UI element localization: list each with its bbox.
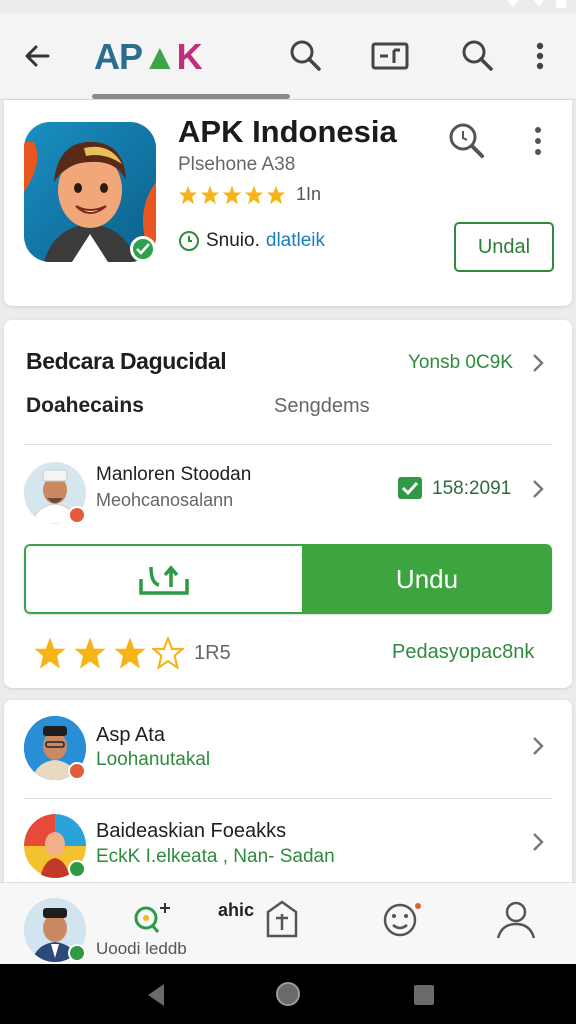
wifi-icon	[506, 0, 520, 7]
install-outline-button[interactable]: Undal	[454, 222, 554, 272]
search-icon[interactable]	[286, 36, 326, 76]
developer-link[interactable]: dlatleik	[266, 230, 325, 252]
status-icons	[504, 0, 566, 8]
more-vert-icon[interactable]	[530, 36, 550, 76]
status-badge	[68, 506, 86, 524]
signal-icon	[534, 0, 544, 7]
section-subtitle: Doahecains	[26, 394, 144, 417]
status-badge	[68, 762, 86, 780]
developer-prefix: Snuio.	[206, 230, 260, 251]
secondary-action-button[interactable]	[24, 544, 302, 614]
release-date: 158:2091	[432, 478, 512, 499]
chevron-right-icon[interactable]	[531, 352, 545, 374]
recents-nav-icon[interactable]	[412, 983, 436, 1007]
logo-part-ap: AP	[94, 36, 143, 77]
account-icon[interactable]	[494, 898, 538, 942]
search-icon[interactable]	[458, 36, 498, 76]
section-subtitle-secondary: Sengdems	[274, 395, 370, 417]
developer-row[interactable]: Snuio. dlatleik	[178, 230, 325, 252]
release-subtitle: Meohcanosalann	[96, 490, 234, 510]
list-item-name: Baideaskian Foeakks	[96, 820, 287, 842]
zoom-search-icon[interactable]	[444, 118, 488, 162]
divider	[24, 444, 552, 445]
list-item-subtitle: EckK I.elkeata , Nan- Sadan	[96, 846, 335, 867]
screen-icon[interactable]	[370, 36, 410, 76]
more-vert-icon[interactable]	[528, 124, 548, 158]
chevron-right-icon[interactable]	[531, 478, 545, 500]
star-icon	[222, 185, 242, 204]
section-link[interactable]: Yonsb 0C9K	[408, 352, 513, 374]
star-icon	[74, 637, 106, 669]
star-icon	[266, 185, 286, 204]
smiley-icon[interactable]	[380, 898, 424, 942]
verified-badge	[130, 236, 156, 262]
logo-part-k: K	[176, 36, 203, 77]
nav-label-secondary: ahic	[218, 900, 255, 920]
star-icon	[178, 185, 198, 204]
download-button[interactable]: Undu	[302, 544, 552, 614]
verified-badge	[68, 860, 86, 878]
star-icon	[244, 185, 264, 204]
star-outline-icon	[152, 637, 184, 669]
app-subtitle: Plsehone A38	[178, 154, 296, 175]
share-download-icon	[139, 565, 189, 595]
section-title: Bedcara Dagucidal	[26, 348, 227, 374]
apk-logo[interactable]: AP▲K	[94, 36, 203, 78]
home-nav-icon[interactable]	[274, 980, 302, 1008]
nav-label: Uoodi leddb	[96, 939, 187, 958]
star-icon	[34, 637, 66, 669]
star-icon	[114, 637, 146, 669]
checkbox-icon[interactable]	[398, 477, 422, 499]
header-rating: 1In	[178, 184, 321, 205]
chevron-right-icon[interactable]	[531, 831, 545, 853]
list-item-subtitle: Loohanutakal	[96, 749, 211, 770]
tab-indicator	[92, 94, 290, 99]
app-bar: AP▲K	[0, 14, 576, 100]
clock-icon	[179, 231, 199, 251]
battery-icon	[556, 0, 566, 8]
upload-tag-icon[interactable]	[262, 898, 302, 940]
star-icon	[200, 185, 220, 204]
explore-icon[interactable]	[130, 898, 174, 938]
details-card	[4, 320, 572, 688]
download-split-button: Undu	[24, 544, 552, 614]
release-name: Manloren Stoodan	[96, 464, 252, 485]
rating-link[interactable]: Pedasyopac8nk	[392, 641, 534, 664]
logo-part-triangle: ▲	[142, 36, 178, 77]
rating-count: 1In	[296, 184, 322, 204]
rating-row[interactable]: 1R5	[32, 636, 231, 670]
rating-count: 1R5	[194, 641, 231, 664]
status-bar	[0, 0, 576, 14]
back-nav-icon[interactable]	[144, 982, 168, 1008]
chevron-right-icon[interactable]	[531, 735, 545, 757]
verified-badge	[68, 944, 86, 962]
divider	[24, 798, 552, 799]
list-item-name: Asp Ata	[96, 724, 165, 746]
app-title: APK Indonesia	[178, 114, 397, 149]
back-arrow-icon[interactable]	[20, 38, 56, 74]
